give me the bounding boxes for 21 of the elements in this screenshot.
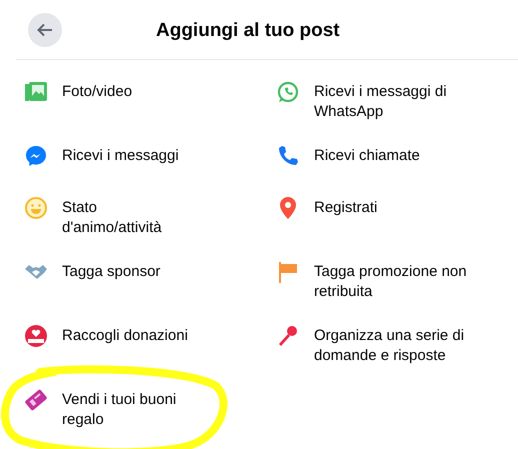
menu-item-label[interactable]: Foto/video (62, 82, 132, 102)
donation-icon (24, 324, 48, 348)
phone-icon (276, 144, 300, 168)
back-button[interactable] (28, 12, 62, 46)
menu-item-label[interactable]: Stato d'animo/attività (62, 198, 197, 238)
menu-item-label[interactable]: Ricevi chiamate (314, 146, 420, 166)
menu-item-label[interactable]: Tagga promozione non retribuita (314, 262, 484, 302)
flag-icon (276, 260, 300, 284)
dialog-title: Aggiungi al tuo post (156, 19, 340, 43)
menu-item-label[interactable]: Ricevi i messaggi di WhatsApp (314, 82, 484, 122)
chat-bubble-icon (276, 80, 300, 104)
menu-item-label[interactable]: Tagga sponsor (62, 262, 160, 282)
menu-item-label[interactable]: Ricevi i messaggi (62, 146, 179, 166)
back-arrow-icon (37, 22, 53, 36)
menu-item-label[interactable]: Raccogli donazioni (62, 326, 188, 346)
smiley-icon (24, 196, 48, 220)
messenger-icon (24, 144, 48, 168)
menu-item-label[interactable]: Vendi i tuoi buoni regalo (62, 390, 197, 430)
menu-item-label[interactable]: Organizza una serie di domande e risposte (314, 326, 484, 366)
photo-icon (24, 80, 48, 104)
menu-item-label[interactable]: Registrati (314, 198, 378, 218)
